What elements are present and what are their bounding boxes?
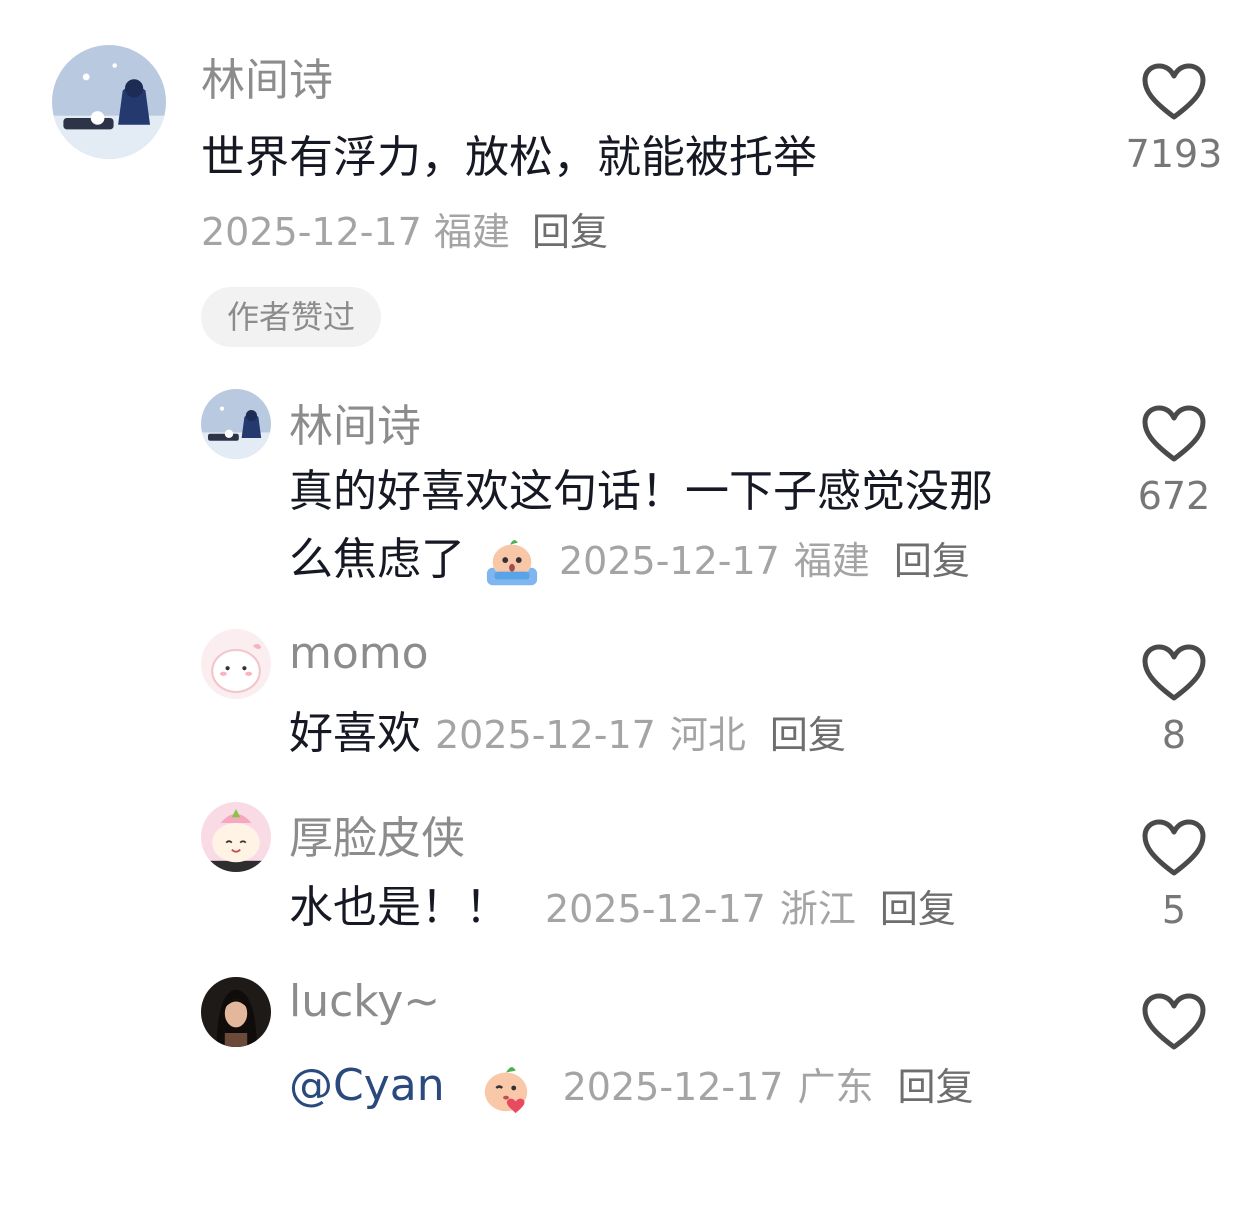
comment-text: 世界有浮力，放松，就能被托举 [201, 124, 817, 192]
comment-date: 2025-12-17 [562, 1065, 784, 1109]
like-control[interactable]: 672 [1119, 404, 1229, 518]
comment-text-line2: 么焦虑了 [289, 534, 465, 585]
comment-text-meta: 好喜欢 2025-12-17 河北 回复 [289, 700, 846, 769]
comment-text: 真的好喜欢这句话！一下子感觉没那 [289, 458, 993, 526]
comment-text-line1: 真的好喜欢这句话！一下子感觉没那 [289, 466, 993, 517]
comment-text-content: 世界有浮力，放松，就能被托举 [201, 132, 817, 183]
crying-bun-emoji [483, 533, 541, 591]
comment-text-meta: @Cyan 2025-12-17 广东 回复 [289, 1052, 974, 1121]
heart-icon[interactable] [1141, 818, 1207, 878]
comment-location: 浙江 [779, 887, 856, 931]
reply-button[interactable]: 回复 [897, 1065, 973, 1109]
like-count: 672 [1137, 474, 1211, 518]
avatar[interactable] [201, 977, 271, 1047]
reply-button[interactable]: 回复 [880, 887, 956, 931]
username[interactable]: 林间诗 [289, 390, 421, 454]
comment-list: 林间诗 世界有浮力，放松，就能被托举 2025-12-17 福建 回复 作者赞过… [0, 0, 1260, 1231]
like-count: 8 [1161, 713, 1187, 757]
avatar[interactable] [201, 802, 271, 872]
comment-date: 2025-12-17 [559, 539, 780, 583]
like-control[interactable] [1119, 992, 1229, 1062]
username[interactable]: momo [289, 628, 429, 679]
comment-meta: 2025-12-17 福建 回复 [201, 198, 608, 266]
like-control[interactable]: 8 [1119, 643, 1229, 757]
heart-icon[interactable] [1141, 643, 1207, 703]
comment-location: 福建 [433, 210, 510, 254]
reply-button[interactable]: 回复 [894, 539, 970, 583]
comment-text-meta: 水也是！！ 2025-12-17 浙江 回复 [289, 874, 956, 943]
reply-button[interactable]: 回复 [532, 210, 608, 254]
heart-icon[interactable] [1141, 992, 1207, 1052]
avatar[interactable] [52, 45, 166, 159]
like-count: 7193 [1125, 132, 1223, 176]
kiss-bun-emoji [477, 1059, 535, 1117]
avatar[interactable] [201, 389, 271, 459]
heart-icon[interactable] [1141, 62, 1207, 122]
comment-location: 河北 [669, 713, 746, 757]
comment-text: 好喜欢 [289, 708, 421, 759]
comment-date: 2025-12-17 [435, 713, 656, 757]
comment-location: 福建 [793, 539, 870, 583]
heart-icon[interactable] [1141, 404, 1207, 464]
username[interactable]: 林间诗 [201, 44, 333, 108]
username[interactable]: lucky~ [289, 976, 440, 1027]
like-control[interactable]: 7193 [1119, 62, 1229, 176]
comment-date: 2025-12-17 [201, 210, 422, 254]
author-liked-badge: 作者赞过 [201, 287, 381, 347]
avatar[interactable] [201, 629, 271, 699]
comment-location: 广东 [797, 1065, 874, 1109]
comment-text: 水也是！！ [289, 882, 509, 933]
comment-date: 2025-12-17 [545, 887, 766, 931]
comment-text-meta: 么焦虑了 2025-12-17 福建 回复 [289, 526, 970, 595]
reply-button[interactable]: 回复 [770, 713, 846, 757]
like-control[interactable]: 5 [1119, 818, 1229, 932]
mention-link[interactable]: @Cyan [289, 1060, 445, 1111]
like-count: 5 [1161, 888, 1187, 932]
username[interactable]: 厚脸皮侠 [289, 802, 465, 866]
